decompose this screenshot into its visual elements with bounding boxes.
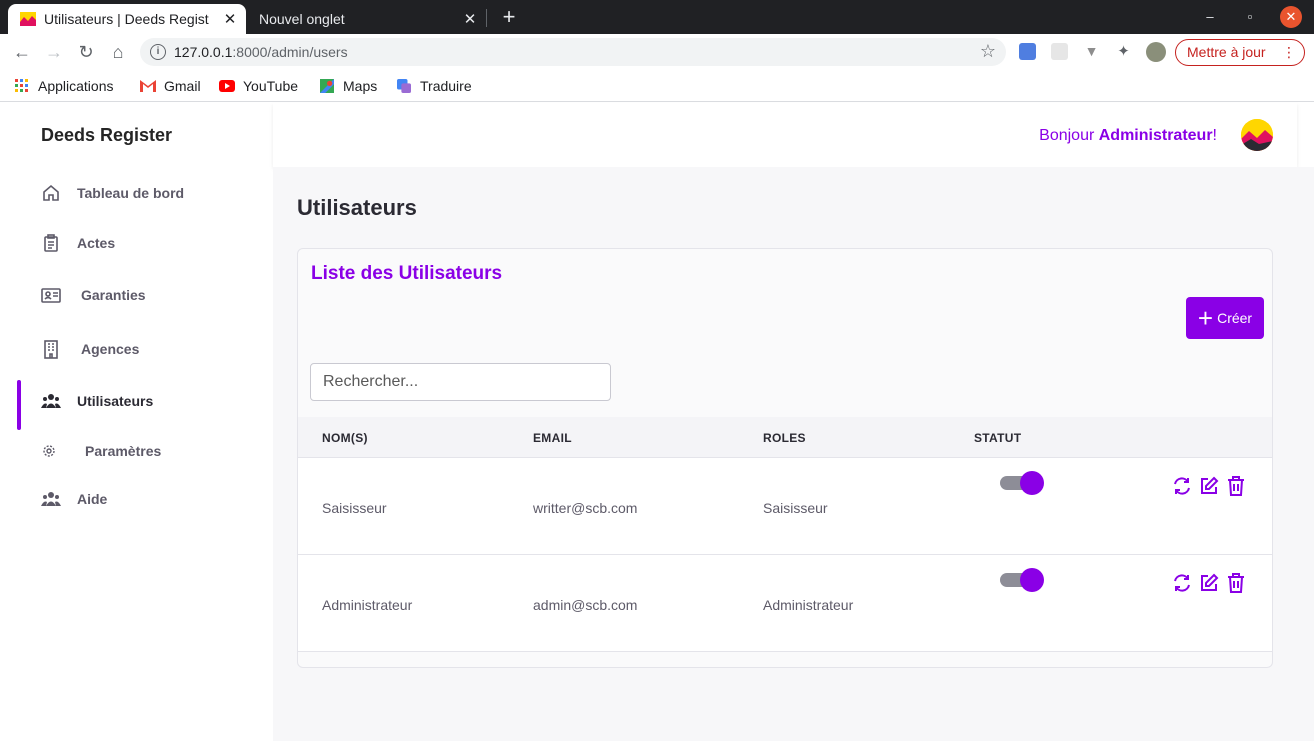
address-bar[interactable]: i 127.0.0.1:8000/admin/users ☆ (140, 38, 1006, 66)
card-title: Liste des Utilisateurs (311, 263, 503, 284)
tab-close-icon[interactable]: ✕ (460, 10, 480, 28)
cell-name: Administrateur (322, 597, 413, 613)
table-row: Administrateur admin@scb.com Administrat… (298, 555, 1272, 652)
extension-icon[interactable] (1019, 43, 1036, 60)
bookmarks-bar: Applications Gmail YouTube Maps Traduire (0, 70, 1314, 102)
sidebar-item-actes[interactable]: Actes (0, 231, 273, 255)
maps-icon (320, 79, 334, 93)
app-header: Bonjour Administrateur! (273, 103, 1297, 167)
browser-tab-bar: Utilisateurs | Deeds Regist ✕ Nouvel ong… (0, 0, 1314, 34)
table-header: NOM(S) EMAIL ROLES STATUT (298, 417, 1272, 458)
browser-toolbar: ← → ↻ ⌂ i 127.0.0.1:8000/admin/users ☆ ▼… (0, 34, 1314, 70)
cell-name: Saisisseur (322, 500, 387, 516)
trash-icon[interactable] (1225, 572, 1247, 594)
sidebar-item-tableau-de-bord[interactable]: Tableau de bord (0, 181, 273, 205)
trash-icon[interactable] (1225, 475, 1247, 497)
url-text: 127.0.0.1:8000/admin/users (174, 44, 348, 60)
toggle-knob (1020, 568, 1044, 592)
bookmark-traduire[interactable]: Traduire (396, 76, 472, 96)
avatar[interactable] (1241, 119, 1273, 151)
search-input[interactable] (310, 363, 611, 401)
tab-separator (486, 9, 487, 27)
vue-devtools-icon[interactable]: ▼ (1083, 43, 1100, 60)
sidebar-item-utilisateurs[interactable]: Utilisateurs (0, 389, 273, 413)
bookmark-applications[interactable]: Applications (14, 76, 114, 96)
users-icon (41, 492, 61, 506)
new-tab-plus-icon[interactable]: + (498, 4, 520, 30)
refresh-icon[interactable] (1171, 572, 1193, 594)
tab-title: Utilisateurs | Deeds Regist (44, 11, 209, 27)
gmail-icon (140, 80, 156, 92)
active-indicator (17, 380, 21, 430)
cell-role: Saisisseur (763, 500, 828, 516)
toggle-knob (1020, 471, 1044, 495)
back-arrow-icon[interactable]: ← (11, 41, 33, 63)
column-header: ROLES (763, 431, 806, 445)
clipboard-icon (44, 234, 58, 252)
cell-email: admin@scb.com (533, 597, 638, 613)
home-icon (43, 184, 59, 201)
main-content: Utilisateurs Liste des Utilisateurs + Cré… (273, 167, 1314, 741)
building-icon (44, 340, 58, 359)
site-favicon-icon (20, 12, 36, 26)
table-row: Saisisseur writter@scb.com Saisisseur (298, 458, 1272, 555)
minimize-icon[interactable]: – (1199, 6, 1221, 28)
update-button[interactable]: Mettre à jour ⋮ (1175, 39, 1305, 66)
users-icon (41, 394, 61, 408)
sidebar-item-parametres[interactable]: Paramètres (0, 439, 273, 463)
logo-avatar-icon (1241, 119, 1273, 151)
cell-email: writter@scb.com (533, 500, 638, 516)
bookmark-star-icon[interactable]: ☆ (980, 41, 996, 62)
column-header: NOM(S) (322, 431, 368, 445)
youtube-icon (219, 80, 235, 92)
column-header: STATUT (974, 431, 1022, 445)
id-card-icon (41, 288, 61, 303)
menu-dots-icon: ⋮ (1282, 44, 1296, 60)
greeting-text: Bonjour Administrateur! (1039, 127, 1217, 144)
edit-icon[interactable] (1198, 475, 1220, 497)
forward-arrow-icon[interactable]: → (43, 41, 65, 63)
bookmark-maps[interactable]: Maps (319, 76, 377, 96)
create-button[interactable]: + Créer (1186, 297, 1264, 339)
users-card: Liste des Utilisateurs +Créer NOM(S) EMA… (297, 248, 1273, 668)
tab-nouvel-onglet[interactable]: Nouvel onglet ✕ (246, 4, 486, 34)
sidebar-item-aide[interactable]: Aide (0, 487, 273, 511)
sidebar-item-agences[interactable]: Agences (0, 337, 273, 361)
refresh-icon[interactable] (1171, 475, 1193, 497)
tab-utilisateurs[interactable]: Utilisateurs | Deeds Regist ✕ (8, 4, 246, 34)
status-toggle[interactable] (1000, 568, 1044, 592)
gear-icon (43, 445, 55, 457)
edit-icon[interactable] (1198, 572, 1220, 594)
brand-title: Deeds Register (41, 125, 173, 145)
column-header: EMAIL (533, 431, 572, 445)
plus-icon: + (1197, 303, 1214, 333)
apps-grid-icon (15, 79, 28, 92)
puzzle-extensions-icon[interactable]: ✦ (1115, 43, 1132, 60)
restore-icon[interactable]: ▫ (1239, 6, 1261, 28)
cell-role: Administrateur (763, 597, 854, 613)
window-close-icon[interactable]: ✕ (1280, 6, 1302, 28)
reload-icon[interactable]: ↻ (75, 41, 97, 63)
home-icon[interactable]: ⌂ (107, 41, 129, 63)
bookmark-gmail[interactable]: Gmail (140, 76, 201, 96)
tab-title: Nouvel onglet (259, 11, 345, 27)
site-info-icon[interactable]: i (150, 44, 166, 60)
bookmark-youtube[interactable]: YouTube (219, 76, 298, 96)
profile-avatar[interactable] (1146, 42, 1166, 62)
page-title: Utilisateurs (297, 195, 417, 220)
translate-icon (397, 79, 411, 93)
extension-icon[interactable] (1051, 43, 1068, 60)
tab-close-icon[interactable]: ✕ (220, 10, 240, 28)
status-toggle[interactable] (1000, 471, 1044, 495)
sidebar: Deeds Register Tableau de bord Actes Gar… (0, 103, 273, 741)
sidebar-item-garanties[interactable]: Garanties (0, 283, 273, 307)
